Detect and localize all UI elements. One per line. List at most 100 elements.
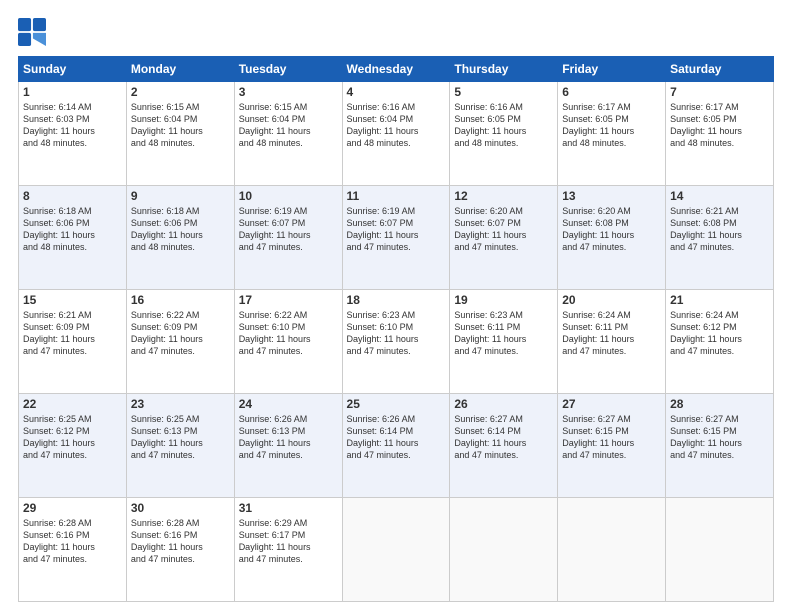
day-cell-3: 3 Sunrise: 6:15 AM Sunset: 6:04 PM Daylig… <box>234 82 342 186</box>
day-cell-6: 6 Sunrise: 6:17 AM Sunset: 6:05 PM Daylig… <box>558 82 666 186</box>
day-cell-8: 8 Sunrise: 6:18 AM Sunset: 6:06 PM Daylig… <box>19 186 127 290</box>
day-cell-25: 25Sunrise: 6:26 AM Sunset: 6:14 PM Dayli… <box>342 394 450 498</box>
day-number: 12 <box>454 189 553 203</box>
day-cell-13: 13 Sunrise: 6:20 AM Sunset: 6:08 PM Dayli… <box>558 186 666 290</box>
day-number: 26 <box>454 397 553 411</box>
week-row-1: 1 Sunrise: 6:14 AM Sunset: 6:03 PM Daylig… <box>19 82 774 186</box>
day-cell-18: 18Sunrise: 6:23 AM Sunset: 6:10 PM Dayli… <box>342 290 450 394</box>
day-number: 2 <box>131 85 230 99</box>
day-number: 1 <box>23 85 122 99</box>
day-cell-2: 2 Sunrise: 6:15 AM Sunset: 6:04 PM Daylig… <box>126 82 234 186</box>
weekday-header-tuesday: Tuesday <box>234 57 342 82</box>
day-info: Sunrise: 6:21 AM Sunset: 6:08 PM Dayligh… <box>670 205 769 254</box>
day-number: 3 <box>239 85 338 99</box>
weekday-header-wednesday: Wednesday <box>342 57 450 82</box>
header <box>18 18 774 46</box>
day-cell-14: 14 Sunrise: 6:21 AM Sunset: 6:08 PM Dayli… <box>666 186 774 290</box>
empty-cell <box>342 498 450 602</box>
day-info: Sunrise: 6:17 AM Sunset: 6:05 PM Dayligh… <box>670 101 769 150</box>
day-number: 16 <box>131 293 230 307</box>
day-number: 13 <box>562 189 661 203</box>
day-info: Sunrise: 6:17 AM Sunset: 6:05 PM Dayligh… <box>562 101 661 150</box>
day-cell-9: 9 Sunrise: 6:18 AM Sunset: 6:06 PM Daylig… <box>126 186 234 290</box>
day-info: Sunrise: 6:16 AM Sunset: 6:04 PM Dayligh… <box>347 101 446 150</box>
day-info: Sunrise: 6:21 AM Sunset: 6:09 PM Dayligh… <box>23 309 122 358</box>
logo <box>18 18 50 46</box>
day-cell-15: 15Sunrise: 6:21 AM Sunset: 6:09 PM Dayli… <box>19 290 127 394</box>
day-info: Sunrise: 6:23 AM Sunset: 6:10 PM Dayligh… <box>347 309 446 358</box>
day-number: 24 <box>239 397 338 411</box>
day-info: Sunrise: 6:24 AM Sunset: 6:12 PM Dayligh… <box>670 309 769 358</box>
day-cell-1: 1 Sunrise: 6:14 AM Sunset: 6:03 PM Daylig… <box>19 82 127 186</box>
day-info: Sunrise: 6:27 AM Sunset: 6:14 PM Dayligh… <box>454 413 553 462</box>
day-info: Sunrise: 6:16 AM Sunset: 6:05 PM Dayligh… <box>454 101 553 150</box>
day-number: 19 <box>454 293 553 307</box>
day-info: Sunrise: 6:14 AM Sunset: 6:03 PM Dayligh… <box>23 101 122 150</box>
day-info: Sunrise: 6:19 AM Sunset: 6:07 PM Dayligh… <box>347 205 446 254</box>
day-number: 21 <box>670 293 769 307</box>
logo-icon <box>18 18 46 46</box>
day-info: Sunrise: 6:18 AM Sunset: 6:06 PM Dayligh… <box>23 205 122 254</box>
weekday-header-saturday: Saturday <box>666 57 774 82</box>
day-cell-21: 21 Sunrise: 6:24 AM Sunset: 6:12 PM Dayli… <box>666 290 774 394</box>
day-cell-30: 30 Sunrise: 6:28 AM Sunset: 6:16 PM Dayli… <box>126 498 234 602</box>
day-info: Sunrise: 6:29 AM Sunset: 6:17 PM Dayligh… <box>239 517 338 566</box>
day-cell-7: 7Sunrise: 6:17 AM Sunset: 6:05 PM Daylig… <box>666 82 774 186</box>
day-info: Sunrise: 6:23 AM Sunset: 6:11 PM Dayligh… <box>454 309 553 358</box>
day-number: 4 <box>347 85 446 99</box>
day-cell-11: 11 Sunrise: 6:19 AM Sunset: 6:07 PM Dayli… <box>342 186 450 290</box>
empty-cell <box>666 498 774 602</box>
day-number: 8 <box>23 189 122 203</box>
day-cell-24: 24Sunrise: 6:26 AM Sunset: 6:13 PM Dayli… <box>234 394 342 498</box>
weekday-header-friday: Friday <box>558 57 666 82</box>
week-row-5: 29 Sunrise: 6:28 AM Sunset: 6:16 PM Dayli… <box>19 498 774 602</box>
weekday-header-sunday: Sunday <box>19 57 127 82</box>
day-number: 30 <box>131 501 230 515</box>
day-number: 20 <box>562 293 661 307</box>
day-cell-10: 10 Sunrise: 6:19 AM Sunset: 6:07 PM Dayli… <box>234 186 342 290</box>
day-cell-31: 31 Sunrise: 6:29 AM Sunset: 6:17 PM Dayli… <box>234 498 342 602</box>
day-info: Sunrise: 6:18 AM Sunset: 6:06 PM Dayligh… <box>131 205 230 254</box>
day-number: 14 <box>670 189 769 203</box>
day-cell-16: 16 Sunrise: 6:22 AM Sunset: 6:09 PM Dayli… <box>126 290 234 394</box>
day-info: Sunrise: 6:22 AM Sunset: 6:09 PM Dayligh… <box>131 309 230 358</box>
day-cell-28: 28Sunrise: 6:27 AM Sunset: 6:15 PM Dayli… <box>666 394 774 498</box>
page: SundayMondayTuesdayWednesdayThursdayFrid… <box>0 0 792 612</box>
day-number: 17 <box>239 293 338 307</box>
day-cell-22: 22 Sunrise: 6:25 AM Sunset: 6:12 PM Dayli… <box>19 394 127 498</box>
calendar-table: SundayMondayTuesdayWednesdayThursdayFrid… <box>18 56 774 602</box>
day-info: Sunrise: 6:22 AM Sunset: 6:10 PM Dayligh… <box>239 309 338 358</box>
day-number: 9 <box>131 189 230 203</box>
day-cell-17: 17 Sunrise: 6:22 AM Sunset: 6:10 PM Dayli… <box>234 290 342 394</box>
day-number: 11 <box>347 189 446 203</box>
day-info: Sunrise: 6:19 AM Sunset: 6:07 PM Dayligh… <box>239 205 338 254</box>
day-info: Sunrise: 6:28 AM Sunset: 6:16 PM Dayligh… <box>23 517 122 566</box>
empty-cell <box>450 498 558 602</box>
day-info: Sunrise: 6:24 AM Sunset: 6:11 PM Dayligh… <box>562 309 661 358</box>
weekday-header-row: SundayMondayTuesdayWednesdayThursdayFrid… <box>19 57 774 82</box>
day-cell-5: 5 Sunrise: 6:16 AM Sunset: 6:05 PM Daylig… <box>450 82 558 186</box>
day-number: 6 <box>562 85 661 99</box>
day-cell-20: 20 Sunrise: 6:24 AM Sunset: 6:11 PM Dayli… <box>558 290 666 394</box>
day-number: 22 <box>23 397 122 411</box>
day-info: Sunrise: 6:25 AM Sunset: 6:13 PM Dayligh… <box>131 413 230 462</box>
day-info: Sunrise: 6:20 AM Sunset: 6:08 PM Dayligh… <box>562 205 661 254</box>
day-cell-29: 29 Sunrise: 6:28 AM Sunset: 6:16 PM Dayli… <box>19 498 127 602</box>
day-info: Sunrise: 6:15 AM Sunset: 6:04 PM Dayligh… <box>239 101 338 150</box>
day-number: 23 <box>131 397 230 411</box>
day-cell-26: 26 Sunrise: 6:27 AM Sunset: 6:14 PM Dayli… <box>450 394 558 498</box>
day-number: 10 <box>239 189 338 203</box>
day-number: 28 <box>670 397 769 411</box>
day-cell-23: 23 Sunrise: 6:25 AM Sunset: 6:13 PM Dayli… <box>126 394 234 498</box>
day-number: 31 <box>239 501 338 515</box>
day-number: 29 <box>23 501 122 515</box>
day-cell-27: 27Sunrise: 6:27 AM Sunset: 6:15 PM Dayli… <box>558 394 666 498</box>
day-number: 25 <box>347 397 446 411</box>
day-info: Sunrise: 6:27 AM Sunset: 6:15 PM Dayligh… <box>562 413 661 462</box>
day-info: Sunrise: 6:28 AM Sunset: 6:16 PM Dayligh… <box>131 517 230 566</box>
day-number: 5 <box>454 85 553 99</box>
day-info: Sunrise: 6:15 AM Sunset: 6:04 PM Dayligh… <box>131 101 230 150</box>
day-info: Sunrise: 6:20 AM Sunset: 6:07 PM Dayligh… <box>454 205 553 254</box>
day-info: Sunrise: 6:25 AM Sunset: 6:12 PM Dayligh… <box>23 413 122 462</box>
empty-cell <box>558 498 666 602</box>
